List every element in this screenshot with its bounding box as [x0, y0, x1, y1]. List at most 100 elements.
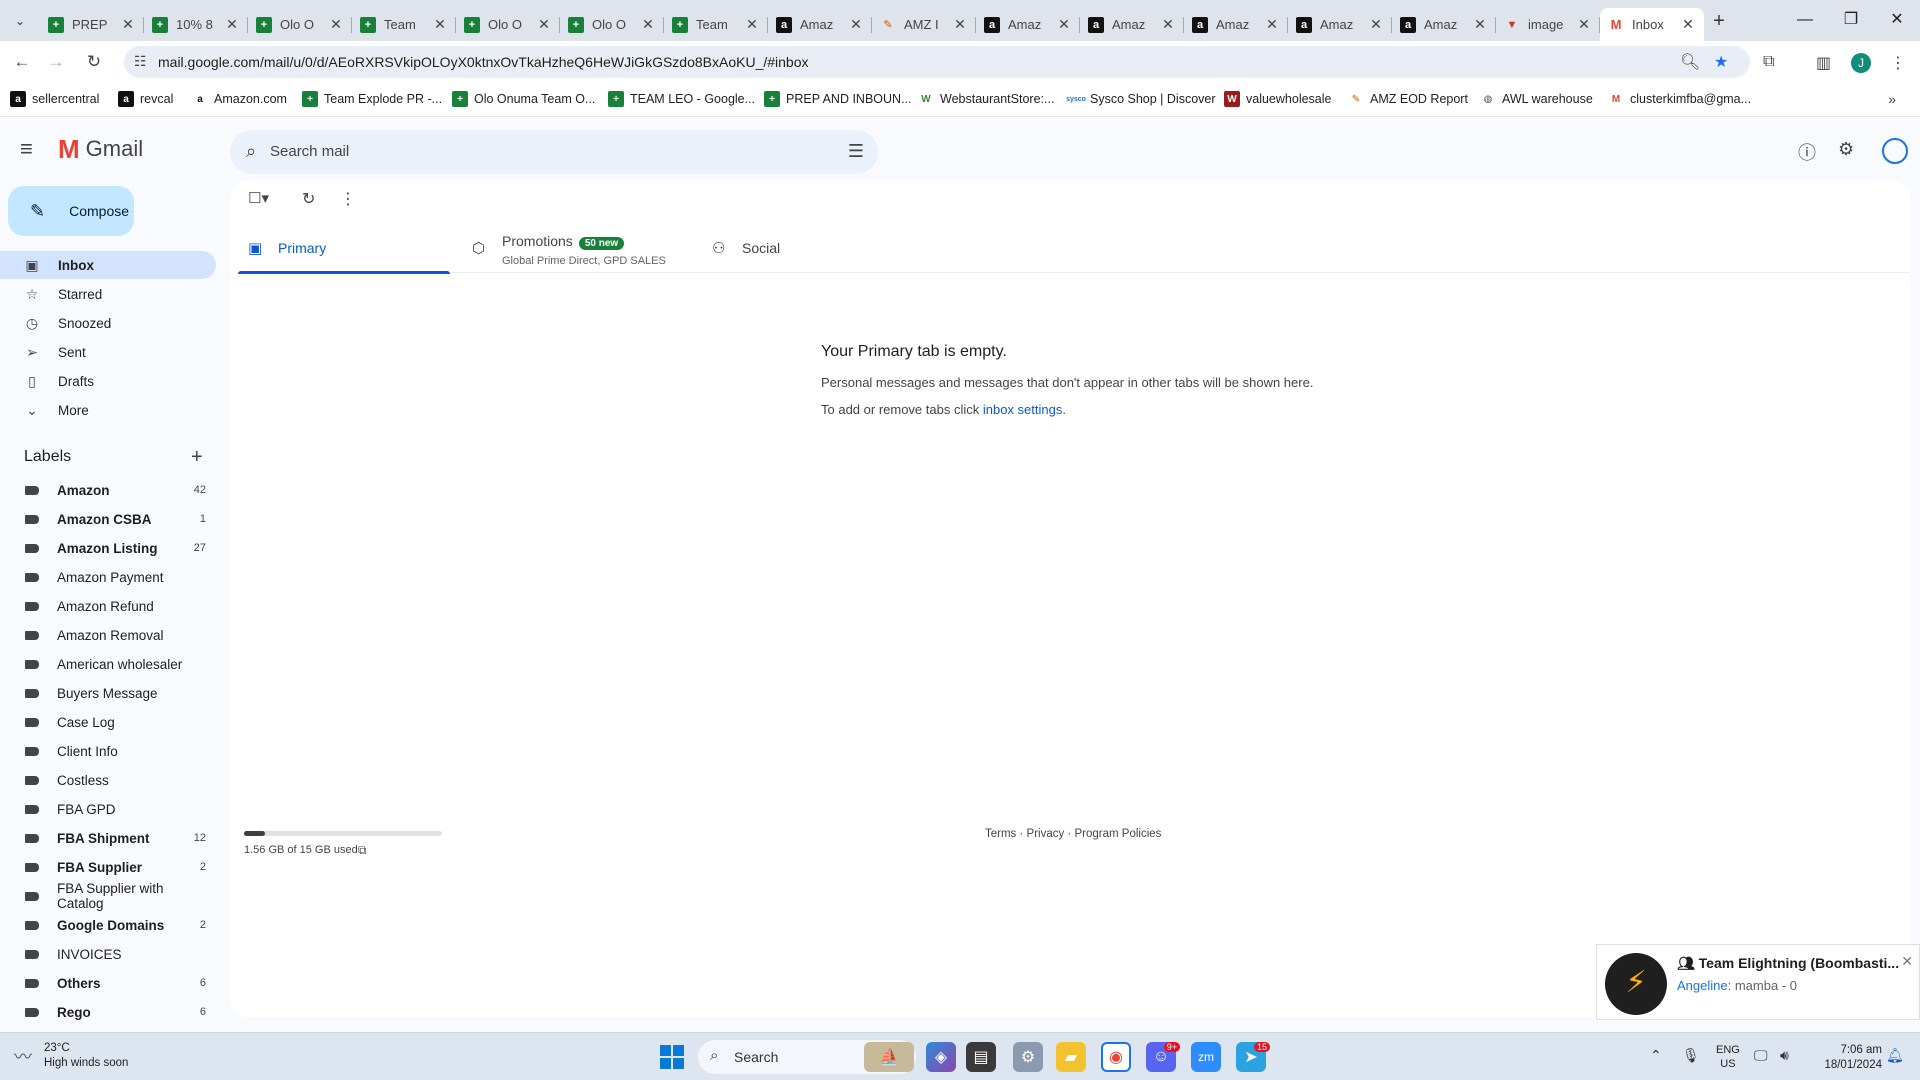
volume-icon[interactable]: 🔊︎ [1780, 1047, 1789, 1064]
gmail-logo[interactable]: M Gmail [58, 136, 143, 162]
chat-notification[interactable]: ⚡ 👥︎ Team Elightning (Boombasti... Angel… [1596, 944, 1920, 1020]
minimize-icon[interactable]: — [1782, 0, 1828, 41]
close-tab-icon[interactable]: ✕ [536, 16, 552, 33]
browser-tab[interactable]: + Olo O ✕ [456, 8, 560, 41]
label-item[interactable]: Amazon Refund [0, 592, 216, 620]
close-notification-icon[interactable]: ✕ [1901, 953, 1913, 970]
chrome-icon[interactable]: ◉ [1101, 1042, 1131, 1072]
tab-promotions[interactable]: ⬡ Promotions 50 new Global Prime Direct, … [462, 225, 682, 273]
label-item[interactable]: American wholesaler [0, 650, 216, 678]
label-item[interactable]: FBA Shipment 12 [0, 824, 216, 852]
address-bar[interactable]: ☷ mail.google.com/mail/u/0/d/AEoRXRSVkip… [124, 46, 1750, 78]
close-tab-icon[interactable]: ✕ [120, 16, 136, 33]
compose-button[interactable]: ✎ Compose [8, 186, 134, 236]
nav-item-starred[interactable]: ☆ Starred [0, 280, 216, 308]
weather-widget[interactable]: 〰 23°C High winds soon [14, 1041, 128, 1071]
notifications-icon[interactable]: 🔔︎ [1886, 1047, 1904, 1064]
site-info-icon[interactable]: ☷ [134, 53, 147, 70]
select-all-checkbox[interactable]: ☐▾ [248, 189, 269, 207]
label-item[interactable]: INVOICES [0, 940, 216, 968]
browser-tab[interactable]: M Inbox ✕ [1600, 8, 1704, 41]
telegram-icon[interactable]: ➤ 15 [1236, 1042, 1270, 1072]
google-account-avatar[interactable] [1882, 138, 1908, 164]
label-item[interactable]: Amazon Removal [0, 621, 216, 649]
extensions-icon[interactable]: ⧉ [1763, 53, 1774, 71]
more-actions-icon[interactable]: ⋮ [340, 189, 356, 209]
bookmark-item[interactable]: ◍ AWL warehouse [1480, 91, 1593, 107]
reload-icon[interactable]: ↻ [80, 48, 108, 76]
close-tab-icon[interactable]: ✕ [328, 16, 344, 33]
search-options-icon[interactable]: ☰ [848, 141, 864, 162]
refresh-icon[interactable]: ↻ [302, 189, 315, 209]
browser-tab[interactable]: + PREP ✕ [40, 8, 144, 41]
tab-primary[interactable]: ▣ Primary [238, 225, 450, 274]
label-item[interactable]: FBA Supplier 2 [0, 853, 216, 881]
close-tab-icon[interactable]: ✕ [744, 16, 760, 33]
search-highlight-icon[interactable]: ⛵ [864, 1042, 914, 1072]
search-icon[interactable]: ⌕ [246, 141, 256, 162]
close-tab-icon[interactable]: ✕ [848, 16, 864, 33]
close-tab-icon[interactable]: ✕ [640, 16, 656, 33]
tab-search-icon[interactable]: ⌄ [8, 9, 32, 33]
browser-tab[interactable]: + Team ✕ [664, 8, 768, 41]
bookmark-item[interactable]: a sellercentral [10, 91, 99, 107]
new-tab-button[interactable]: + [1705, 8, 1733, 36]
bookmark-item[interactable]: a Amazon.com [192, 91, 287, 107]
settings-gear-icon[interactable]: ⚙ [1838, 139, 1854, 160]
tray-overflow-icon[interactable]: ⌃ [1650, 1047, 1662, 1064]
bookmark-item[interactable]: sysco Sysco Shop | Discover [1066, 91, 1215, 107]
label-item[interactable]: FBA GPD [0, 795, 216, 823]
browser-tab[interactable]: a Amaz ✕ [768, 8, 872, 41]
nav-item-more[interactable]: ⌄ More [0, 396, 216, 424]
label-item[interactable]: Case Log [0, 708, 216, 736]
browser-tab[interactable]: + Olo O ✕ [560, 8, 664, 41]
close-window-icon[interactable]: ✕ [1874, 0, 1920, 41]
bookmark-item[interactable]: Mclusterkimfba@gma... [1608, 91, 1751, 107]
bookmarks-overflow-icon[interactable]: » [1888, 91, 1896, 107]
browser-tab[interactable]: ✎ AMZ I ✕ [872, 8, 976, 41]
label-item[interactable]: Costless [0, 766, 216, 794]
privacy-link[interactable]: Privacy [1027, 828, 1065, 840]
copilot-icon[interactable]: ◈ [926, 1042, 956, 1072]
browser-tab[interactable]: + Team ✕ [352, 8, 456, 41]
close-tab-icon[interactable]: ✕ [1160, 16, 1176, 33]
close-tab-icon[interactable]: ✕ [1264, 16, 1280, 33]
language-indicator[interactable]: ENG US [1716, 1043, 1740, 1071]
browser-tab[interactable]: ▼ image ✕ [1496, 8, 1600, 41]
close-tab-icon[interactable]: ✕ [1368, 16, 1384, 33]
close-tab-icon[interactable]: ✕ [1576, 16, 1592, 33]
close-tab-icon[interactable]: ✕ [1472, 16, 1488, 33]
open-storage-icon[interactable]: ⧉ [358, 843, 367, 858]
chrome-menu-icon[interactable]: ⋮ [1890, 53, 1906, 73]
label-item[interactable]: Amazon Listing 27 [0, 534, 216, 562]
bookmark-star-icon[interactable]: ★ [1714, 52, 1728, 72]
network-icon[interactable]: 🖵︎ [1754, 1047, 1768, 1064]
close-tab-icon[interactable]: ✕ [952, 16, 968, 33]
side-panel-icon[interactable]: ▥ [1816, 53, 1831, 73]
bookmark-item[interactable]: a revcal [118, 91, 173, 107]
bookmark-item[interactable]: Wvaluewholesale [1224, 91, 1331, 107]
label-item[interactable]: Client Info [0, 737, 216, 765]
bookmark-item[interactable]: + Olo Onuma Team O... [452, 91, 595, 107]
label-item[interactable]: Others 6 [0, 969, 216, 997]
label-item[interactable]: Buyers Message [0, 679, 216, 707]
browser-tab[interactable]: +10% 8 ✕ [144, 8, 248, 41]
browser-tab[interactable]: a Amaz ✕ [1288, 8, 1392, 41]
tab-social[interactable]: ⚇ Social [702, 225, 902, 273]
help-icon[interactable]: ⓘ [1798, 139, 1816, 165]
close-tab-icon[interactable]: ✕ [224, 16, 240, 33]
browser-tab[interactable]: a Amaz ✕ [976, 8, 1080, 41]
browser-tab[interactable]: a Amaz ✕ [1184, 8, 1288, 41]
windows-start-icon[interactable] [660, 1045, 684, 1069]
system-clock[interactable]: 7:06 am 18/01/2024 [1824, 1043, 1882, 1073]
label-item[interactable]: FBA Supplier with Catalog [0, 881, 216, 911]
label-item[interactable]: Rego 6 [0, 998, 216, 1026]
profile-avatar[interactable]: J [1851, 53, 1871, 73]
browser-tab[interactable]: a Amaz ✕ [1080, 8, 1184, 41]
nav-item-snoozed[interactable]: ◷ Snoozed [0, 309, 216, 337]
settings-app-icon[interactable]: ⚙ [1013, 1042, 1043, 1072]
browser-tab[interactable]: a Amaz ✕ [1392, 8, 1496, 41]
task-view-icon[interactable]: ▤ [966, 1042, 996, 1072]
program-policies-link[interactable]: Program Policies [1074, 828, 1161, 840]
bookmark-item[interactable]: + TEAM LEO - Google... [608, 91, 755, 107]
